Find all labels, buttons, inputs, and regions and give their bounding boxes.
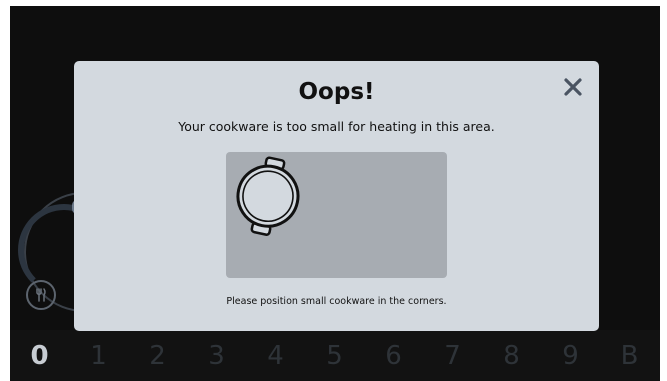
dialog-title: Oops! [298, 79, 375, 105]
power-level-3[interactable]: 3 [187, 341, 246, 371]
dialog-message: Your cookware is too small for heating i… [178, 119, 495, 134]
power-level-boost[interactable]: B [600, 341, 659, 371]
power-level-1[interactable]: 1 [69, 341, 128, 371]
cookware-too-small-dialog: Oops! Your cookware is too small for hea… [74, 61, 599, 331]
power-level-0[interactable]: 0 [10, 341, 69, 371]
power-level-8[interactable]: 8 [482, 341, 541, 371]
cookware-illustration [226, 152, 447, 278]
power-level-6[interactable]: 6 [364, 341, 423, 371]
dialog-hint: Please position small cookware in the co… [226, 296, 447, 307]
power-level-5[interactable]: 5 [305, 341, 364, 371]
small-pot-icon [236, 156, 300, 236]
power-level-7[interactable]: 7 [423, 341, 482, 371]
power-level-4[interactable]: 4 [246, 341, 305, 371]
fork-knife-button[interactable] [26, 280, 56, 310]
power-level-2[interactable]: 2 [128, 341, 187, 371]
power-level-9[interactable]: 9 [541, 341, 600, 371]
fork-knife-icon [36, 288, 46, 302]
power-level-bar: 0 1 2 3 4 5 6 7 8 9 B [10, 330, 660, 381]
